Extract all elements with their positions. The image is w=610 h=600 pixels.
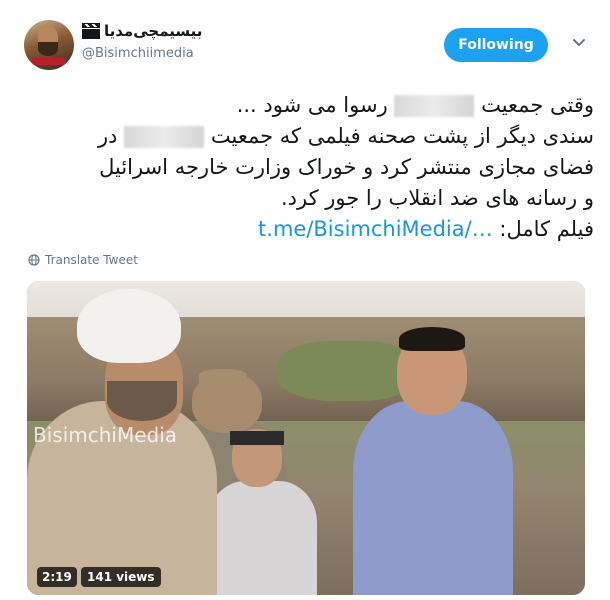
chevron-down-icon[interactable] — [572, 38, 586, 48]
author-display-name[interactable]: بیسیمچی‌مدیا — [104, 22, 202, 40]
translate-label[interactable]: Translate Tweet — [45, 253, 138, 267]
tweet-line-4: و رسانه های ضد انقلاب را جور کرد. — [280, 186, 594, 210]
video-bush — [277, 341, 417, 401]
tweet-line-1: وقتی جمعیت رسوا می شود ... — [28, 90, 594, 121]
avatar[interactable] — [24, 20, 74, 70]
video-duration-badge: 2:19 — [37, 567, 77, 587]
video-man-hair — [399, 327, 465, 351]
avatar-beard — [38, 42, 58, 56]
film-label: فیلم کامل: — [499, 217, 594, 241]
tweet-line-5: فیلم کامل: t.me/BisimchiMedia/… — [28, 214, 594, 245]
video-cleric-beard — [107, 381, 177, 421]
following-button[interactable]: Following — [444, 28, 548, 62]
author-name-row[interactable]: بیسیمچی‌مدیا — [82, 22, 202, 40]
clapperboard-icon — [82, 23, 100, 39]
tweet-header: بیسیمچی‌مدیا @Bisimchiimedia Following — [22, 18, 592, 74]
telegram-link[interactable]: t.me/BisimchiMedia/… — [258, 217, 493, 241]
translate-tweet[interactable]: Translate Tweet — [28, 253, 138, 267]
video-soldier-cap — [199, 369, 247, 385]
censored-blur — [124, 126, 205, 148]
video-boy-body — [207, 481, 317, 595]
tweet-line-2: سندی دیگر از پشت صحنه فیلمی که جمعیت در — [28, 121, 594, 152]
video-man-shirt — [353, 401, 513, 595]
video-player[interactable]: BisimchiMedia 2:19 141 views — [27, 281, 585, 595]
tweet-line-2-start: سندی دیگر از پشت صحنه فیلمی که جمعیت — [210, 124, 594, 148]
video-cleric-turban — [77, 289, 181, 363]
tweet-line-1-end: رسوا می شود ... — [236, 93, 388, 117]
tweet-text: وقتی جمعیت رسوا می شود ... سندی دیگر از … — [28, 90, 594, 245]
tweet-line-2-end: در — [98, 124, 118, 148]
video-watermark: BisimchiMedia — [33, 423, 178, 447]
censored-blur — [394, 95, 475, 117]
tweet-line-1-start: وقتی جمعیت — [481, 93, 594, 117]
tweet-line-3: فضای مجازی منتشر کرد و خوراک وزارت خارجه… — [99, 155, 594, 179]
author-handle[interactable]: @Bisimchiimedia — [82, 46, 194, 61]
video-views-badge: 141 views — [81, 567, 161, 587]
video-boy-headband — [230, 431, 284, 445]
avatar-band — [32, 58, 66, 65]
globe-icon — [28, 254, 40, 266]
